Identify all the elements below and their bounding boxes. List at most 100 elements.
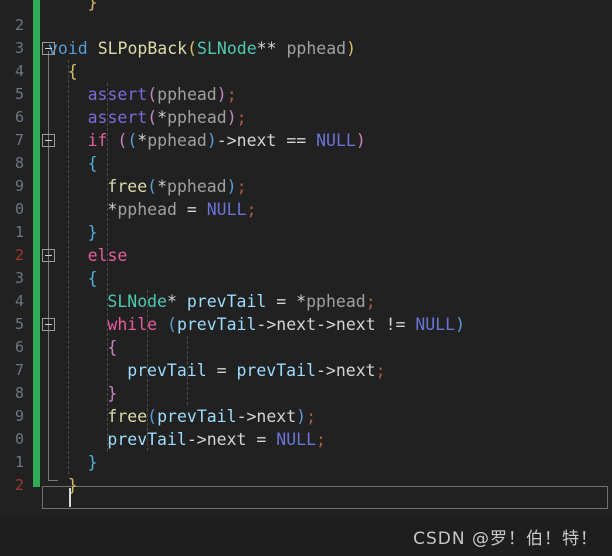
code-token: * — [107, 200, 118, 219]
code-token: = — [206, 361, 237, 380]
code-token: ) — [455, 315, 466, 334]
code-token: } — [87, 453, 98, 472]
text-cursor — [69, 488, 71, 507]
code-token: * — [137, 131, 148, 150]
fold-scope-guide-foot — [48, 480, 58, 481]
code-line[interactable]: assert(pphead); — [88, 83, 237, 106]
code-token: prevTail — [186, 292, 267, 311]
code-token: ->next = — [186, 430, 277, 449]
code-token: free — [107, 407, 148, 426]
code-line[interactable]: while (prevTail->next->next != NULL) — [107, 313, 465, 336]
fold-toggle-icon[interactable] — [42, 42, 55, 55]
line-number: 9 — [14, 407, 24, 425]
code-line[interactable]: else — [88, 244, 128, 267]
code-token: prevTail — [236, 361, 316, 380]
line-number: 3 — [14, 39, 24, 57]
code-token: pphead — [306, 292, 366, 311]
code-line[interactable]: } — [88, 451, 98, 474]
code-token: pphead — [157, 85, 217, 104]
line-number: 6 — [14, 108, 24, 126]
code-line[interactable]: } — [107, 382, 117, 405]
code-token: { — [67, 62, 78, 81]
code-line[interactable]: *pphead = NULL; — [107, 198, 256, 221]
code-token: ( — [147, 85, 158, 104]
code-token: { — [87, 154, 98, 173]
line-number: 3 — [14, 269, 24, 287]
line-number: 4 — [14, 292, 24, 310]
code-token: ->next — [315, 361, 376, 380]
code-token: == — [286, 131, 307, 150]
line-number: 4 — [14, 62, 24, 80]
line-number: 0 — [14, 200, 24, 218]
code-token: ) — [355, 131, 366, 150]
code-token: pphead — [117, 200, 177, 219]
code-token: pphead — [167, 108, 227, 127]
code-token: ; — [226, 85, 237, 104]
code-editor[interactable]: 2 3 4 5 6 7 8 9 0 1 2 3 4 5 6 7 8 9 0 1 2 } void SLPopBack(SL… — [0, 0, 612, 515]
line-number-gutter: 2 3 4 5 6 7 8 9 0 1 2 3 4 5 6 7 8 9 0 1 2 — [0, 0, 28, 515]
code-token: ; — [246, 200, 257, 219]
code-token: free — [107, 177, 148, 196]
fold-toggle-icon[interactable] — [42, 134, 55, 147]
line-number: 2 — [14, 246, 24, 264]
code-token: ; — [236, 108, 247, 127]
code-token: prevTail — [127, 361, 207, 380]
code-line[interactable]: if ((*pphead)->next == NULL) — [88, 129, 366, 152]
fold-scope-guide — [48, 51, 49, 480]
code-token: assert — [87, 85, 148, 104]
code-token: prevTail — [157, 407, 237, 426]
code-token: prevTail — [107, 430, 187, 449]
code-line[interactable]: prevTail = prevTail->next; — [127, 359, 385, 382]
code-line[interactable]: prevTail->next = NULL; — [107, 428, 326, 451]
code-line[interactable]: } — [88, 221, 98, 244]
fold-toggle-icon[interactable] — [42, 318, 55, 331]
code-line[interactable]: SLNode* prevTail = *pphead; — [107, 290, 375, 313]
line-number: 5 — [14, 85, 24, 103]
fold-toggle-icon[interactable] — [42, 249, 55, 262]
code-line[interactable]: } — [88, 0, 98, 14]
code-token: NULL — [415, 315, 456, 334]
code-token: ; — [306, 407, 317, 426]
code-token: ; — [365, 292, 376, 311]
code-token: pphead — [286, 39, 347, 58]
line-number: 5 — [14, 315, 24, 333]
code-token: while — [107, 315, 158, 334]
code-token: NULL — [276, 430, 317, 449]
code-token: prevTail — [176, 315, 257, 334]
line-number: 8 — [14, 154, 24, 172]
indent-guide — [68, 60, 69, 474]
code-token: SLNode — [197, 39, 257, 58]
code-line[interactable]: { — [68, 60, 78, 83]
code-token: SLNode — [107, 292, 167, 311]
code-token: ) — [226, 177, 237, 196]
code-token: ; — [316, 430, 326, 449]
modified-lines-indicator — [33, 0, 40, 487]
code-token: ( — [147, 407, 158, 426]
code-line[interactable]: { — [88, 152, 98, 175]
code-line[interactable]: free(prevTail->next); — [107, 405, 316, 428]
code-token: ( — [127, 131, 138, 150]
code-token: pphead — [167, 177, 227, 196]
code-token: ( — [167, 315, 177, 334]
code-token: } — [87, 223, 98, 242]
code-token: ( — [147, 177, 158, 196]
code-token: NULL — [316, 131, 356, 150]
code-token: ) — [206, 131, 217, 150]
code-line[interactable]: { — [88, 267, 98, 290]
code-token: ; — [236, 177, 247, 196]
code-token: ( — [187, 39, 198, 58]
code-token: ** — [256, 39, 287, 58]
code-line[interactable]: void SLPopBack(SLNode** pphead) — [48, 37, 356, 60]
code-line[interactable]: assert(*pphead); — [88, 106, 247, 129]
watermark-bar: CSDN @罗！伯！特！ — [0, 515, 612, 556]
code-token: ) — [296, 407, 307, 426]
csdn-watermark: CSDN @罗！伯！特！ — [413, 529, 598, 549]
code-token: = — [266, 292, 297, 311]
code-line[interactable]: { — [107, 336, 117, 359]
code-token: ) — [216, 85, 227, 104]
code-token: { — [107, 338, 118, 357]
code-token: * — [157, 108, 168, 127]
code-line[interactable]: free(*pphead); — [107, 175, 246, 198]
